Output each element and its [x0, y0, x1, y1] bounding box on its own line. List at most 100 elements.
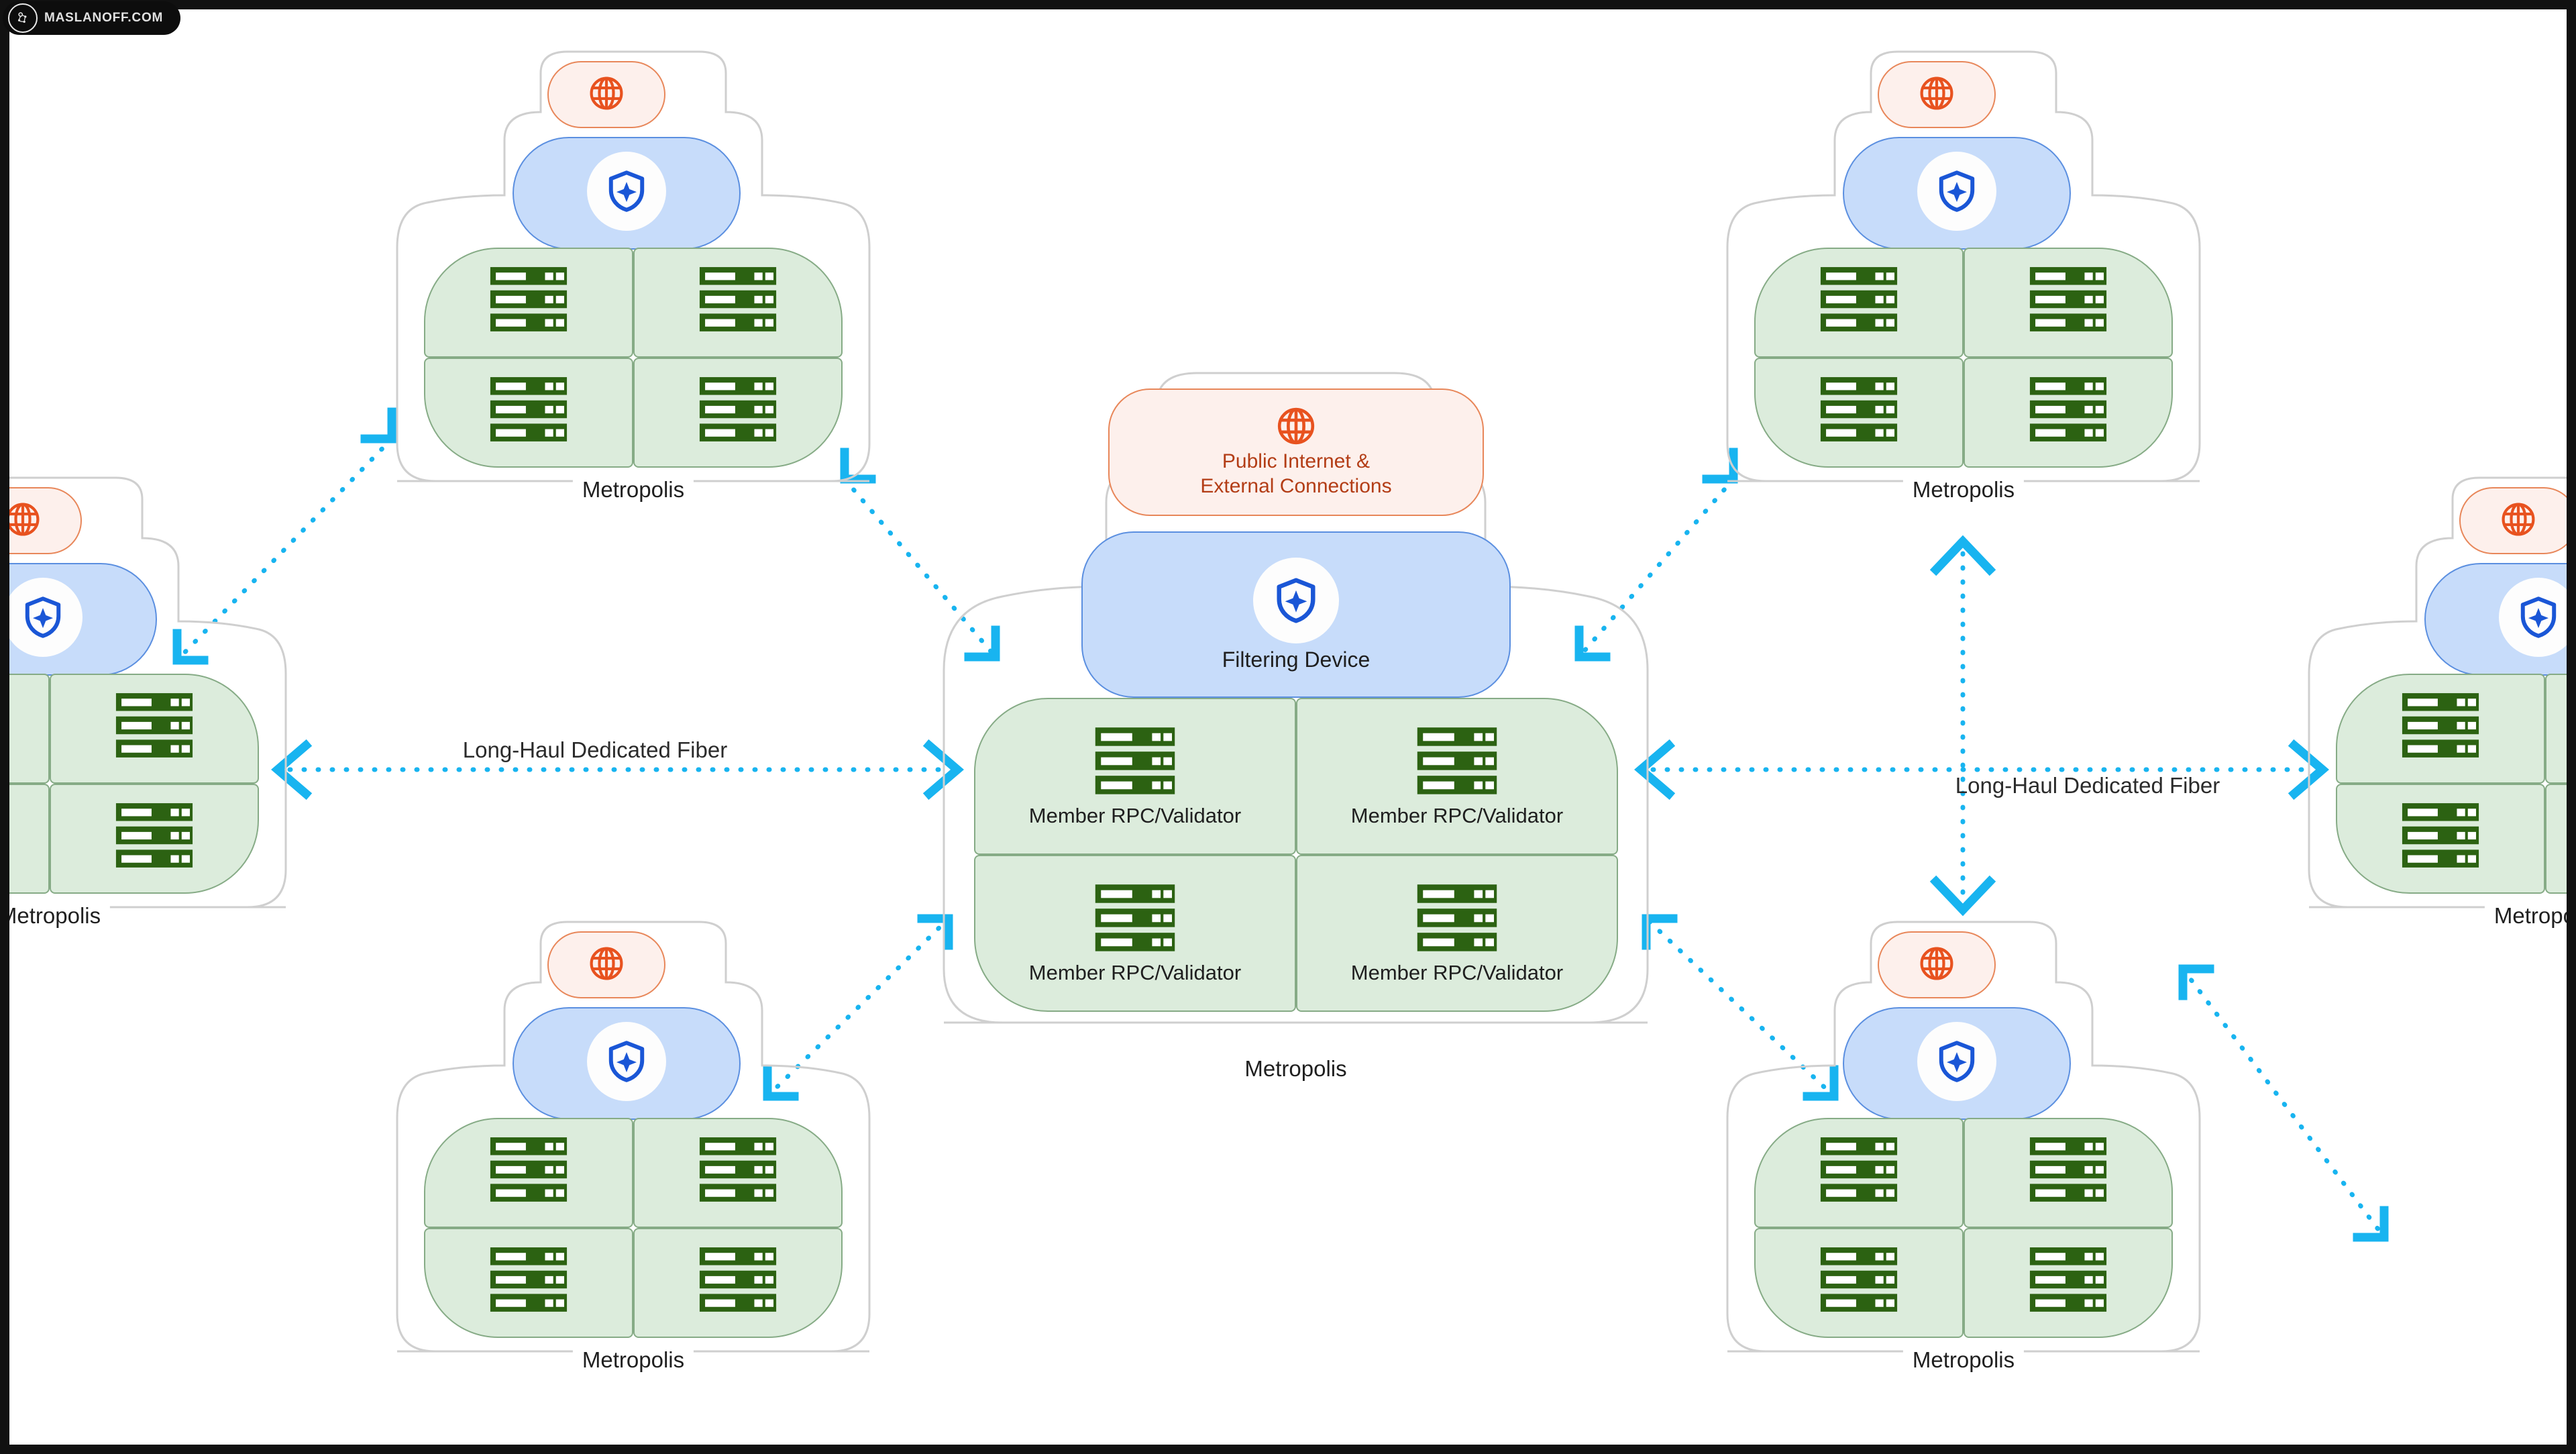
- node-public-internet[interactable]: [2459, 487, 2567, 554]
- cluster-label-far-left: Metropolis: [9, 903, 111, 929]
- edge-right-fiber: Long-Haul Dedicated Fiber: [1634, 739, 2329, 800]
- shield-sparkle-icon: [2520, 596, 2557, 638]
- globe-icon: [9, 503, 40, 536]
- node-member-rpc-validator[interactable]: [2336, 784, 2545, 894]
- node-member-rpc-validator[interactable]: [633, 1228, 843, 1338]
- server-rack-icon: [2402, 693, 2479, 758]
- server-grid-far-left: [9, 674, 259, 894]
- server-rack-icon: [1820, 267, 1898, 331]
- shield-disc: [587, 1022, 666, 1101]
- shield-disc: [1253, 557, 1339, 643]
- server-rack-icon: [1820, 1247, 1898, 1312]
- cluster-top-left[interactable]: Metropolis: [392, 46, 875, 516]
- node-member-rpc-validator[interactable]: [2336, 674, 2545, 784]
- node-member-rpc-validator[interactable]: [1964, 1228, 2173, 1338]
- cluster-top-right[interactable]: Metropolis: [1722, 46, 2205, 516]
- shield-sparkle-icon: [1277, 578, 1316, 623]
- server-grid-far-right: [2336, 674, 2567, 894]
- node-member-rpc-validator[interactable]: [2545, 784, 2567, 894]
- node-label-member-rpc-validator: Member RPC/Validator: [1028, 804, 1242, 827]
- server-rack-icon: [2029, 1247, 2107, 1312]
- brain-network-emblem-icon: [8, 3, 38, 33]
- node-label-member-rpc-validator: Member RPC/Validator: [1350, 804, 1564, 827]
- cluster-center[interactable]: Public Internet & External Connections F…: [935, 365, 1656, 1082]
- server-rack-icon: [1820, 377, 1898, 442]
- node-member-rpc-validator[interactable]: [424, 1228, 633, 1338]
- server-rack-icon: [1095, 727, 1175, 794]
- node-member-rpc-validator[interactable]: [1754, 1228, 1964, 1338]
- node-public-internet[interactable]: [547, 61, 665, 128]
- node-member-rpc-validator[interactable]: Member RPC/Validator: [974, 698, 1296, 855]
- node-public-internet[interactable]: [1878, 931, 1996, 998]
- node-member-rpc-validator[interactable]: [633, 1118, 843, 1228]
- node-member-rpc-validator[interactable]: Member RPC/Validator: [974, 855, 1296, 1012]
- node-filtering-device[interactable]: [1843, 137, 2071, 250]
- cluster-far-right[interactable]: Metropolis: [2304, 472, 2567, 942]
- server-rack-icon: [2029, 377, 2107, 442]
- server-grid-bottom-right: [1754, 1118, 2173, 1338]
- server-grid-bottom-left: [424, 1118, 843, 1338]
- shield-disc: [1917, 152, 1996, 231]
- node-member-rpc-validator[interactable]: [1964, 248, 2173, 358]
- node-filtering-device[interactable]: [9, 563, 157, 676]
- server-rack-icon: [2029, 1137, 2107, 1202]
- server-rack-icon: [1417, 727, 1497, 794]
- globe-icon: [590, 947, 623, 980]
- node-public-internet[interactable]: [9, 487, 82, 554]
- node-public-internet[interactable]: [1878, 61, 1996, 128]
- node-public-internet[interactable]: Public Internet & External Connections: [1108, 388, 1484, 516]
- node-label-public-internet: Public Internet & External Connections: [1200, 450, 1392, 497]
- node-member-rpc-validator[interactable]: [1964, 358, 2173, 468]
- cluster-label-bottom-left: Metropolis: [572, 1347, 694, 1373]
- node-filtering-device[interactable]: [1843, 1007, 2071, 1120]
- node-member-rpc-validator[interactable]: Member RPC/Validator: [1296, 698, 1618, 855]
- node-member-rpc-validator[interactable]: [1754, 248, 1964, 358]
- node-member-rpc-validator[interactable]: [2545, 674, 2567, 784]
- shield-sparkle-icon: [608, 170, 645, 212]
- server-rack-icon: [490, 1137, 568, 1202]
- server-rack-icon: [1417, 884, 1497, 951]
- node-member-rpc-validator[interactable]: [9, 674, 50, 784]
- server-rack-icon: [699, 1247, 777, 1312]
- node-member-rpc-validator[interactable]: [424, 248, 633, 358]
- globe-icon: [1277, 408, 1315, 445]
- edge-label-right-fiber: Long-Haul Dedicated Fiber: [1955, 773, 2220, 798]
- node-member-rpc-validator[interactable]: [50, 674, 259, 784]
- server-rack-icon: [699, 267, 777, 331]
- node-member-rpc-validator[interactable]: [424, 1118, 633, 1228]
- node-public-internet[interactable]: [547, 931, 665, 998]
- node-member-rpc-validator[interactable]: [633, 358, 843, 468]
- edge-topright-bottomright-vertical: [1929, 535, 1996, 917]
- shield-disc: [9, 578, 83, 657]
- server-grid-center: Member RPC/Validator Member RPC/Validato…: [974, 698, 1618, 1012]
- cluster-bottom-left[interactable]: Metropolis: [392, 917, 875, 1386]
- node-member-rpc-validator[interactable]: Member RPC/Validator: [1296, 855, 1618, 1012]
- node-filtering-device[interactable]: Filtering Device: [1081, 531, 1511, 698]
- server-rack-icon: [699, 1137, 777, 1202]
- server-rack-icon: [1095, 884, 1175, 951]
- shield-disc: [587, 152, 666, 231]
- watermark-label: MASLANOFF.COM: [44, 11, 164, 25]
- node-member-rpc-validator[interactable]: [633, 248, 843, 358]
- server-rack-icon: [2029, 267, 2107, 331]
- shield-sparkle-icon: [608, 1041, 645, 1082]
- cluster-label-top-left: Metropolis: [572, 477, 694, 503]
- node-member-rpc-validator[interactable]: [1964, 1118, 2173, 1228]
- node-member-rpc-validator[interactable]: [50, 784, 259, 894]
- node-filtering-device[interactable]: [2424, 563, 2567, 676]
- cluster-label-far-right: Metropolis: [2484, 903, 2567, 929]
- globe-icon: [1920, 76, 1953, 110]
- cluster-bottom-right[interactable]: Metropolis: [1722, 917, 2205, 1386]
- node-filtering-device[interactable]: [513, 1007, 741, 1120]
- node-member-rpc-validator[interactable]: [1754, 358, 1964, 468]
- edge-bottomright-farright: [2178, 964, 2389, 1242]
- node-label-member-rpc-validator: Member RPC/Validator: [1028, 961, 1242, 984]
- node-member-rpc-validator[interactable]: [424, 358, 633, 468]
- cluster-far-left[interactable]: Metropolis: [9, 472, 291, 942]
- node-filtering-device[interactable]: [513, 137, 741, 250]
- node-member-rpc-validator[interactable]: [9, 784, 50, 894]
- node-member-rpc-validator[interactable]: [1754, 1118, 1964, 1228]
- globe-icon: [590, 76, 623, 110]
- server-grid-top-right: [1754, 248, 2173, 468]
- server-rack-icon: [2402, 803, 2479, 868]
